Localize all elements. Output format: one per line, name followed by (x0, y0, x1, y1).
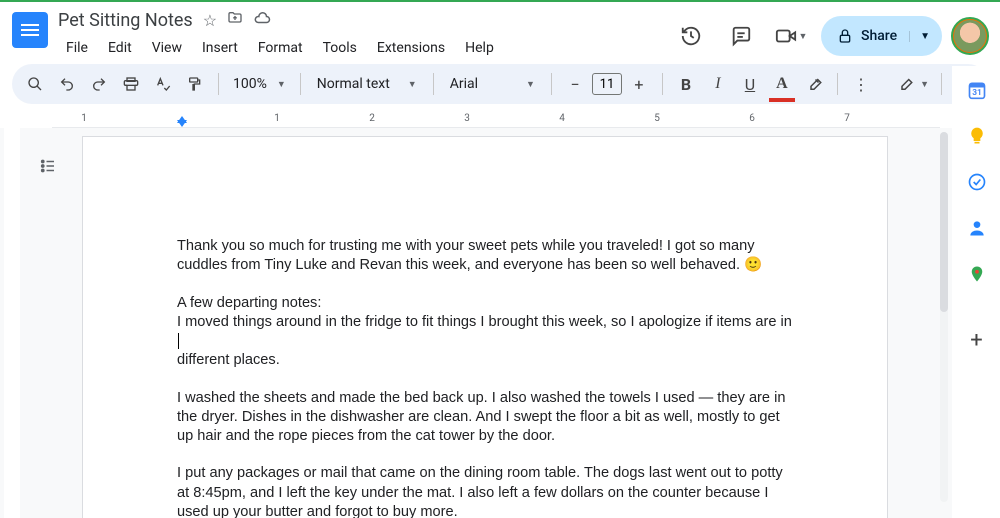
editing-mode-button[interactable]: ▼ (892, 69, 933, 99)
document-body[interactable]: Thank you so much for trusting me with y… (177, 237, 793, 518)
contacts-icon[interactable] (967, 218, 987, 238)
star-icon[interactable]: ☆ (203, 11, 217, 30)
side-panel: 31 + (952, 66, 1000, 518)
spellcheck-button[interactable] (148, 69, 178, 99)
menu-insert[interactable]: Insert (194, 36, 246, 60)
calendar-icon[interactable]: 31 (967, 80, 987, 100)
outline-toggle-icon[interactable] (34, 152, 62, 180)
paragraph[interactable]: I washed the sheets and made the bed bac… (177, 389, 793, 447)
italic-button[interactable]: I (703, 69, 733, 99)
share-caret-icon[interactable]: ▼ (909, 31, 930, 42)
comments-icon[interactable] (721, 16, 761, 56)
print-button[interactable] (116, 69, 146, 99)
font-value: Arial (450, 76, 478, 92)
highlight-color-button[interactable] (799, 69, 829, 99)
font-family-select[interactable]: Arial ▼ (442, 76, 543, 92)
title-area: Pet Sitting Notes ☆ File Edit View Inser… (58, 8, 502, 60)
document-page[interactable]: Thank you so much for trusting me with y… (82, 136, 888, 518)
docs-logo-icon[interactable] (12, 12, 48, 48)
menu-file[interactable]: File (58, 36, 96, 60)
cloud-status-icon[interactable] (253, 9, 271, 31)
document-viewport: Thank you so much for trusting me with y… (0, 128, 952, 518)
redo-button[interactable] (84, 69, 114, 99)
document-title[interactable]: Pet Sitting Notes (58, 10, 193, 31)
menu-view[interactable]: View (144, 36, 190, 60)
maps-icon[interactable] (967, 264, 987, 284)
account-avatar[interactable] (952, 18, 988, 54)
tasks-icon[interactable] (967, 172, 987, 192)
menu-edit[interactable]: Edit (100, 36, 140, 60)
addons-button[interactable]: + (967, 330, 987, 350)
meet-button[interactable]: ▼ (771, 16, 811, 56)
caret-down-icon: ▼ (408, 79, 417, 90)
left-indent-marker[interactable] (177, 120, 187, 127)
decrease-fontsize-button[interactable]: − (560, 69, 590, 99)
caret-down-icon: ▼ (526, 79, 535, 90)
underline-button[interactable]: U (735, 69, 765, 99)
share-label: Share (861, 28, 897, 44)
undo-button[interactable] (52, 69, 82, 99)
paragraph-style-select[interactable]: Normal text ▼ (309, 76, 425, 92)
text-caret (178, 333, 179, 349)
menu-format[interactable]: Format (250, 36, 311, 60)
history-icon[interactable] (671, 16, 711, 56)
toolbar: 100% ▼ Normal text ▼ Arial ▼ − 11 + B I … (12, 64, 988, 104)
style-value: Normal text (317, 76, 390, 92)
fontsize-input[interactable]: 11 (592, 73, 622, 95)
paragraph[interactable]: A few departing notes: I moved things ar… (177, 294, 793, 371)
move-icon[interactable] (227, 10, 243, 30)
more-tools-button[interactable]: ⋮ (846, 69, 876, 99)
paint-format-button[interactable] (180, 69, 210, 99)
text-color-button[interactable]: A (767, 69, 797, 99)
vertical-ruler[interactable] (4, 128, 20, 518)
caret-down-icon: ▼ (920, 79, 929, 90)
paragraph[interactable]: I put any packages or mail that came on … (177, 464, 793, 518)
lock-icon (837, 28, 853, 44)
keep-icon[interactable] (967, 126, 987, 146)
scrollbar-thumb[interactable] (940, 132, 948, 312)
vertical-scrollbar[interactable] (940, 132, 948, 502)
svg-text:31: 31 (972, 88, 982, 98)
caret-down-icon: ▼ (799, 31, 808, 42)
paragraph[interactable]: Thank you so much for trusting me with y… (177, 237, 793, 276)
search-icon[interactable] (20, 69, 50, 99)
menu-extensions[interactable]: Extensions (369, 36, 453, 60)
app-header: Pet Sitting Notes ☆ File Edit View Inser… (0, 0, 1000, 64)
zoom-select[interactable]: 100% ▼ (227, 69, 292, 99)
horizontal-ruler[interactable]: 1 1 2 3 4 5 6 7 (52, 112, 940, 128)
share-button[interactable]: Share ▼ (821, 16, 942, 56)
caret-down-icon: ▼ (277, 79, 286, 90)
menu-help[interactable]: Help (457, 36, 502, 60)
menu-tools[interactable]: Tools (315, 36, 365, 60)
increase-fontsize-button[interactable]: + (624, 69, 654, 99)
zoom-value: 100% (233, 76, 267, 92)
menu-bar: File Edit View Insert Format Tools Exten… (58, 36, 502, 60)
bold-button[interactable]: B (671, 69, 701, 99)
